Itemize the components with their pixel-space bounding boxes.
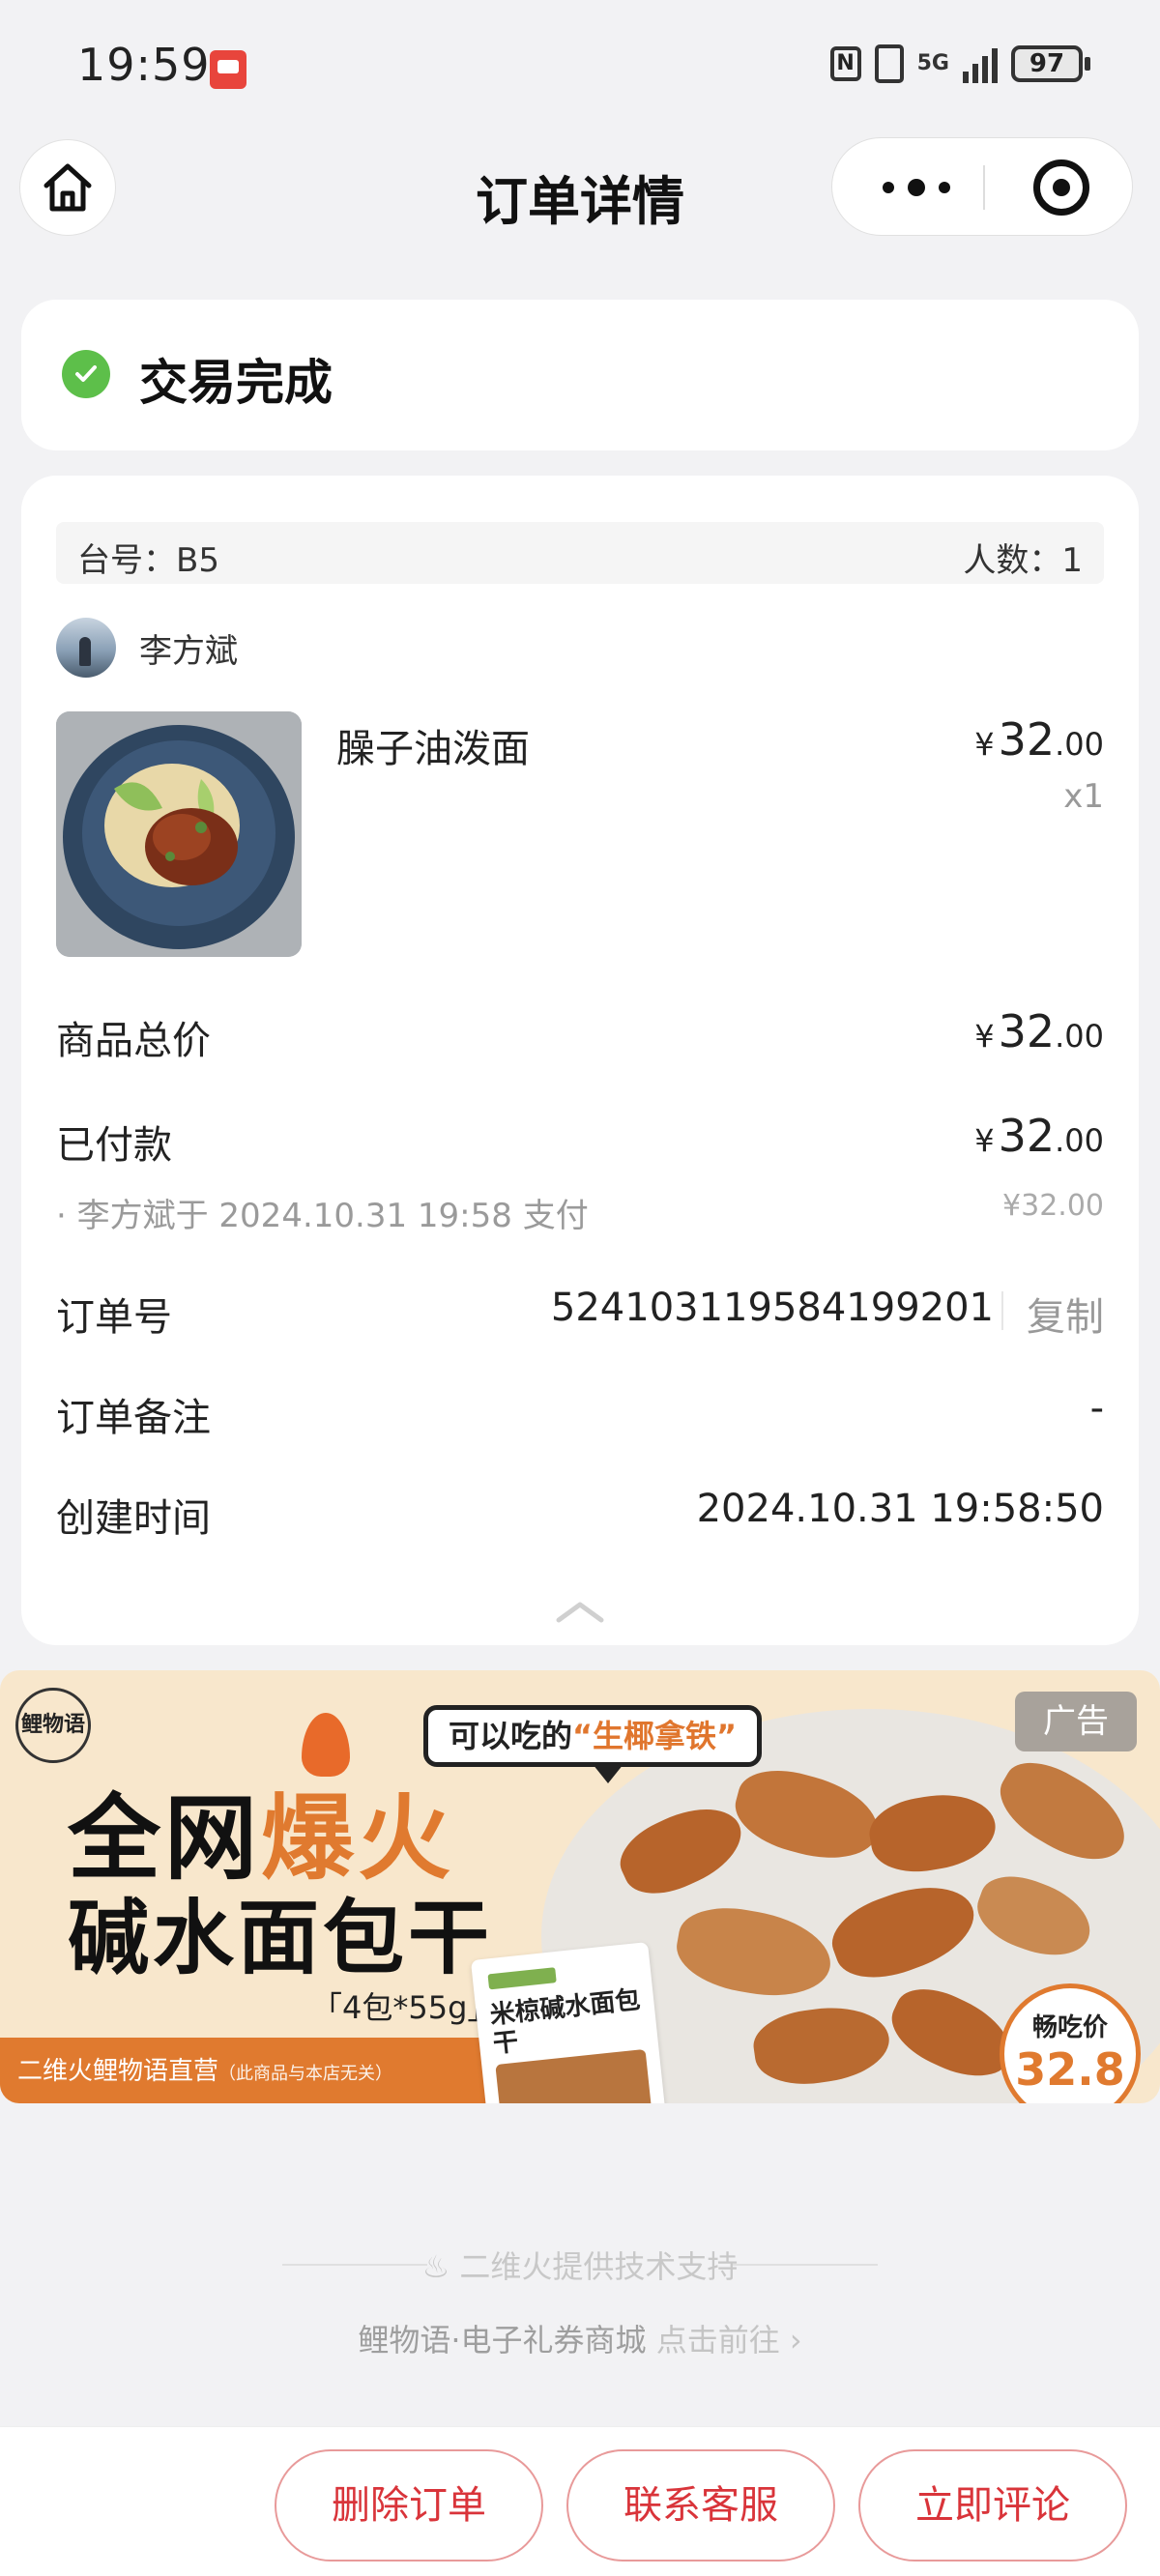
- delete-order-button[interactable]: 删除订单: [275, 2449, 543, 2562]
- table-number: 台号：B5: [77, 541, 219, 580]
- ad-package-image: 米椋碱水面包干: [470, 1941, 671, 2103]
- battery-icon: 97: [1011, 45, 1090, 82]
- ad-product-name: 碱水面包干: [68, 1891, 494, 1985]
- signal-icon: [963, 44, 998, 83]
- status-bar: 19:59 N 5G 97: [0, 0, 1160, 135]
- more-icon: [883, 182, 894, 193]
- customer-row: 李方斌: [56, 617, 238, 679]
- status-icons: N 5G 97: [829, 44, 1090, 83]
- nav-bar: 订单详情: [0, 135, 1160, 242]
- paid-label: 已付款: [56, 1123, 172, 1168]
- order-number-label: 订单号: [56, 1295, 172, 1340]
- copy-button[interactable]: 复制: [1027, 1286, 1104, 1342]
- ad-spec: 「4包*55g」: [311, 1989, 499, 2026]
- created-time-label: 创建时间: [56, 1496, 211, 1541]
- order-status-text: 交易完成: [139, 355, 333, 411]
- more-button[interactable]: [883, 173, 950, 202]
- total-label: 商品总价: [56, 1019, 211, 1063]
- order-number: 524103119584199201: [550, 1286, 994, 1330]
- ad-banner[interactable]: 鲤物语 广告 可以吃的“生椰拿铁” 全网爆火 碱水面包干 「4包*55g」 二维…: [0, 1670, 1160, 2103]
- ad-label: 广告: [1015, 1692, 1137, 1751]
- ad-seller: 二维火鲤物语直营（此商品与本店无关）: [17, 2057, 393, 2086]
- dish-image[interactable]: [56, 711, 302, 957]
- dish-price: ¥32.00: [974, 713, 1104, 766]
- people-count: 人数：1: [963, 541, 1083, 580]
- created-time: 2024.10.31 19:58:50: [696, 1487, 1104, 1531]
- dish-name: 臊子油泼面: [336, 727, 530, 771]
- review-button[interactable]: 立即评论: [858, 2449, 1127, 2562]
- dish-quantity: x1: [1063, 777, 1104, 816]
- paid-price: ¥32.00: [974, 1110, 1104, 1162]
- remark-label: 订单备注: [56, 1396, 211, 1440]
- remark-value: -: [1089, 1386, 1104, 1431]
- ad-brand-logo: 鲤物语: [15, 1688, 91, 1763]
- avatar: [56, 618, 116, 678]
- order-status-card: 交易完成: [21, 300, 1139, 450]
- order-detail-card: 台号：B5 人数：1 李方斌 臊子油泼面 ¥32.00 x1 商品总价 ¥32.…: [21, 476, 1139, 1645]
- total-price: ¥32.00: [974, 1005, 1104, 1057]
- payment-note-price: ¥32.00: [1002, 1189, 1104, 1223]
- chevron-right-icon: ›: [779, 2322, 802, 2359]
- status-time: 19:59: [77, 39, 211, 91]
- network-type: 5G: [916, 51, 949, 75]
- close-mini-program-button[interactable]: [1033, 159, 1089, 216]
- ad-speech-bubble: 可以吃的“生椰拿铁”: [423, 1705, 762, 1783]
- mini-program-capsule: [831, 137, 1133, 236]
- payment-note: · 李方斌于 2024.10.31 19:58 支付: [56, 1197, 589, 1235]
- customer-name: 李方斌: [139, 631, 238, 671]
- mall-link[interactable]: 鲤物语·电子礼券商城 点击前往 ›: [0, 2316, 1160, 2360]
- flame-logo-icon: ♨: [421, 2248, 460, 2285]
- vibrate-icon: [874, 44, 904, 83]
- nfc-icon: N: [829, 46, 861, 81]
- contact-service-button[interactable]: 联系客服: [566, 2449, 835, 2562]
- tech-support-text: ♨ 二维火提供技术支持: [421, 2248, 739, 2285]
- table-info-bar: 台号：B5 人数：1: [56, 522, 1104, 584]
- chevron-up-icon[interactable]: [555, 1597, 605, 1626]
- check-circle-icon: [62, 350, 110, 398]
- notification-app-icon: [210, 50, 246, 89]
